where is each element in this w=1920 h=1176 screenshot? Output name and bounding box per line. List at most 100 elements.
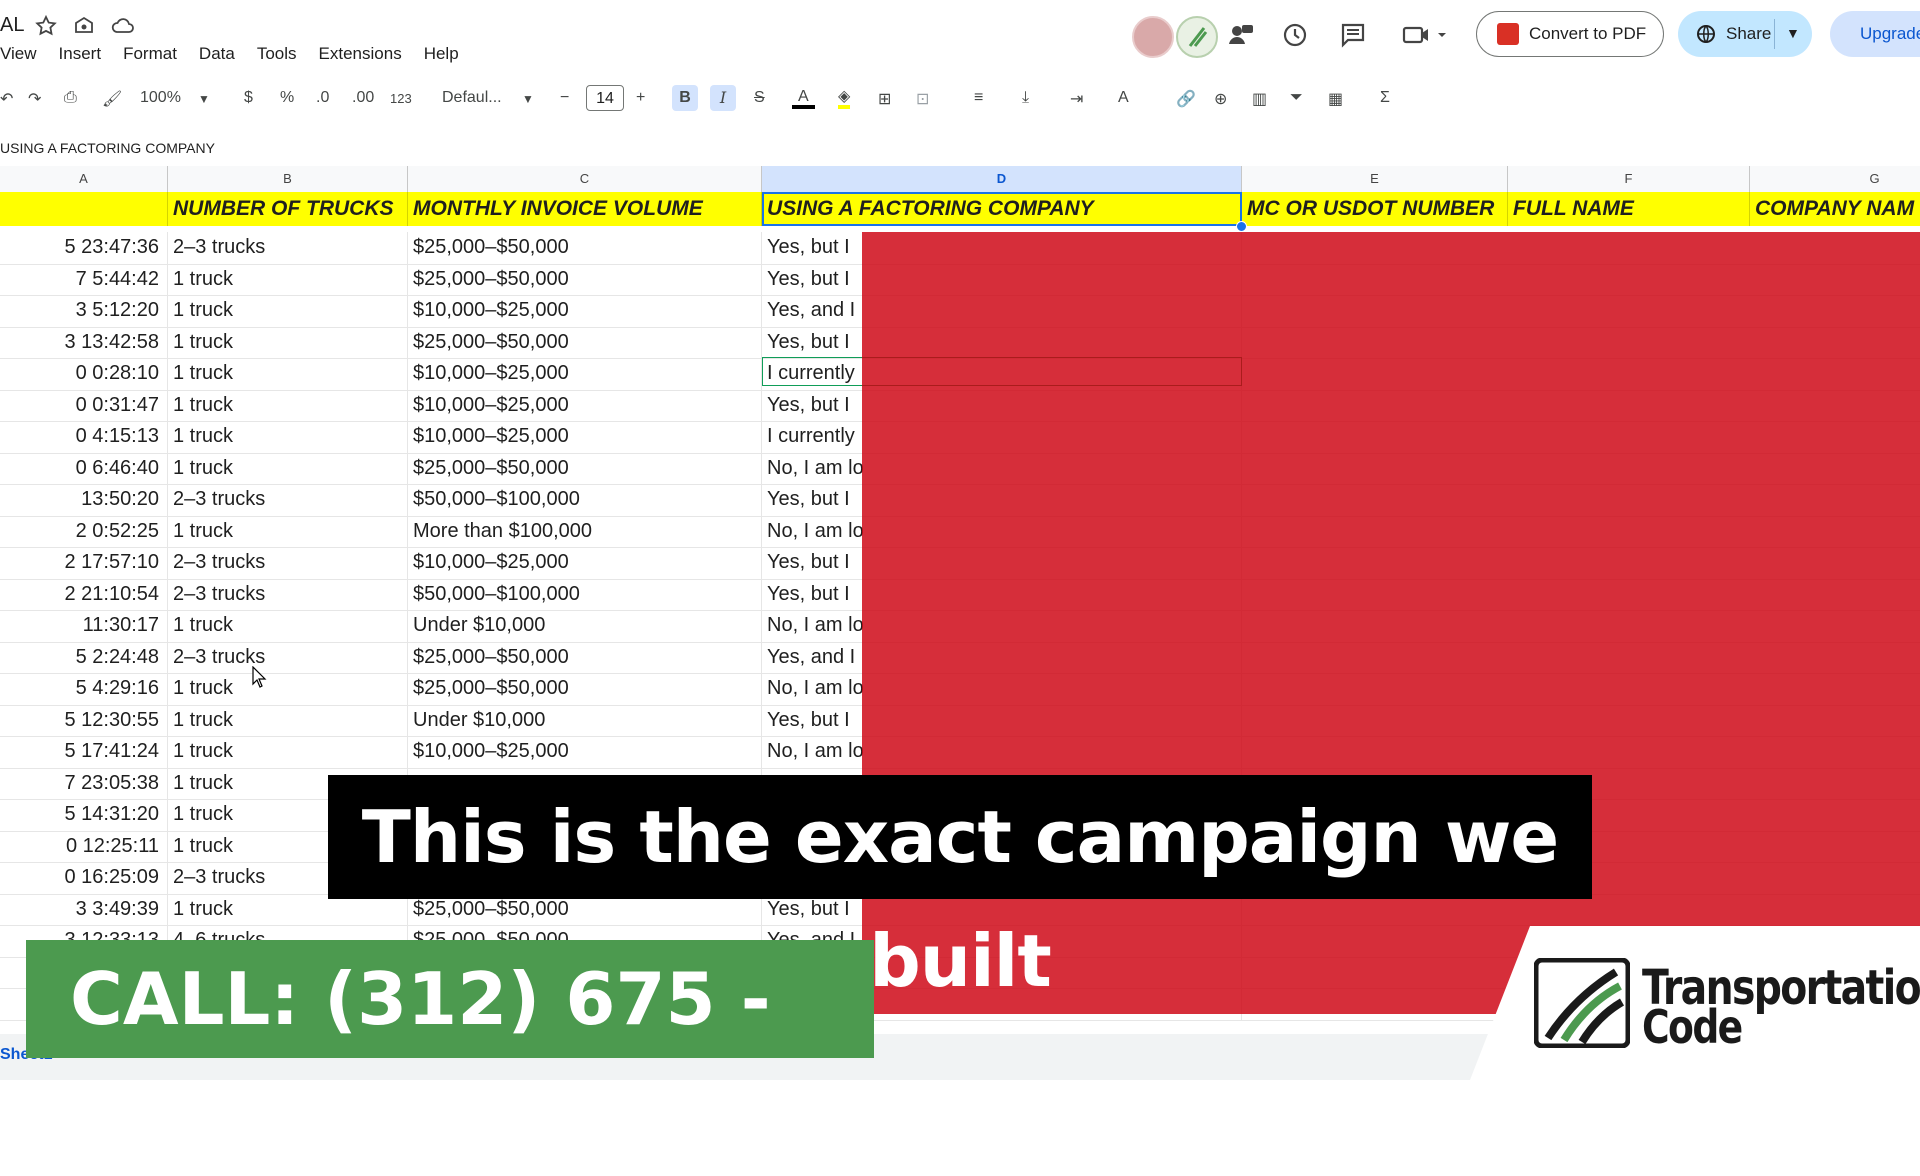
chevron-down-icon[interactable]: ▼ (1786, 25, 1800, 41)
percent-button[interactable]: % (280, 89, 294, 107)
filter-icon[interactable]: ⏷ (1290, 89, 1303, 107)
table-cell-c[interactable]: $10,000–$25,000 (408, 421, 762, 453)
table-cell-c[interactable]: Under $10,000 (408, 704, 762, 736)
link-icon[interactable]: 🔗 (1176, 89, 1196, 109)
merge-cells-icon[interactable]: ⊡ (916, 89, 929, 109)
table-cell-b[interactable]: 1 truck (168, 452, 408, 484)
table-cell-a[interactable]: 3 3:49:39 (0, 893, 168, 925)
vertical-align-icon[interactable]: ⤓ (1022, 89, 1029, 107)
table-cell-a[interactable]: 5 12:30:55 (0, 704, 168, 736)
table-cell-a[interactable]: 0 16:25:09 (0, 862, 168, 894)
table-cell-a[interactable]: 13:50:20 (0, 484, 168, 516)
table-cell-a[interactable]: 5 4:29:16 (0, 673, 168, 705)
menu-view[interactable]: View (0, 42, 48, 66)
table-cell-b[interactable]: 1 truck (168, 421, 408, 453)
table-cell-b[interactable]: 1 truck (168, 263, 408, 295)
comment-icon[interactable] (1338, 20, 1368, 50)
table-cell-b[interactable]: 2–3 trucks (168, 232, 408, 264)
table-cell-a[interactable]: 7 5:44:42 (0, 263, 168, 295)
column-header-a[interactable]: A (0, 166, 168, 192)
table-cell-b[interactable]: 2–3 trucks (168, 484, 408, 516)
text-rotation-icon[interactable]: A (1118, 89, 1129, 107)
formula-content[interactable]: USING A FACTORING COMPANY (0, 140, 215, 156)
convert-to-pdf-button[interactable]: Convert to PDF (1476, 11, 1664, 57)
table-cell-b[interactable]: 1 truck (168, 326, 408, 358)
table-cell-b[interactable]: 1 truck (168, 736, 408, 768)
font-select[interactable]: Defaul... (442, 89, 502, 107)
header-cell-trucks[interactable]: NUMBER OF TRUCKS (168, 192, 408, 226)
history-icon[interactable] (1280, 20, 1310, 50)
avatar[interactable] (1132, 16, 1174, 58)
avatar[interactable] (1176, 16, 1218, 58)
table-cell-c[interactable]: $10,000–$25,000 (408, 358, 762, 390)
currency-button[interactable]: $ (244, 89, 253, 107)
filter-views-icon[interactable]: ▦ (1328, 89, 1343, 109)
table-cell-b[interactable]: 2–3 trucks (168, 578, 408, 610)
table-cell-b[interactable]: 1 truck (168, 673, 408, 705)
font-size-increase-button[interactable]: + (636, 89, 645, 107)
table-cell-c[interactable]: $25,000–$50,000 (408, 232, 762, 264)
table-cell-a[interactable]: 5 17:41:24 (0, 736, 168, 768)
column-header-d[interactable]: D (762, 166, 1242, 192)
header-cell-company-name[interactable]: COMPANY NAM (1750, 192, 1920, 226)
people-icon[interactable] (1226, 20, 1256, 50)
table-cell-a[interactable]: 0 12:25:11 (0, 830, 168, 862)
table-cell-a[interactable]: 0 6:46:40 (0, 452, 168, 484)
table-cell-b[interactable]: 1 truck (168, 389, 408, 421)
table-cell-c[interactable]: $50,000–$100,000 (408, 578, 762, 610)
table-cell-c[interactable]: $25,000–$50,000 (408, 452, 762, 484)
doc-title[interactable]: AL (0, 14, 24, 37)
bold-button[interactable]: B (672, 85, 698, 111)
table-cell-a[interactable]: 7 23:05:38 (0, 767, 168, 799)
font-size-decrease-button[interactable]: − (560, 89, 569, 107)
table-cell-b[interactable]: 1 truck (168, 610, 408, 642)
decrease-decimal-button[interactable]: .0 (316, 89, 329, 107)
table-cell-c[interactable]: $25,000–$50,000 (408, 326, 762, 358)
font-chevron-icon[interactable]: ▼ (522, 92, 534, 106)
table-cell-c[interactable]: $10,000–$25,000 (408, 547, 762, 579)
fill-handle[interactable] (1236, 221, 1247, 232)
text-wrap-icon[interactable]: ⇥ (1070, 89, 1083, 109)
undo-icon[interactable]: ↶ (0, 89, 13, 109)
align-left-icon[interactable]: ≡ (974, 89, 983, 107)
menu-insert[interactable]: Insert (48, 42, 113, 66)
menu-extensions[interactable]: Extensions (308, 42, 413, 66)
formula-bar[interactable] (0, 136, 1920, 167)
italic-button[interactable]: I (710, 85, 736, 111)
column-header-e[interactable]: E (1242, 166, 1508, 192)
table-cell-a[interactable]: 5 23:47:36 (0, 232, 168, 264)
share-button[interactable]: Share ▼ (1678, 11, 1812, 57)
table-cell-b[interactable]: 1 truck (168, 515, 408, 547)
table-cell-b[interactable]: 2–3 trucks (168, 641, 408, 673)
increase-decimal-button[interactable]: .00 (352, 89, 374, 107)
header-cell-invoice-volume[interactable]: MONTHLY INVOICE VOLUME (408, 192, 762, 226)
menu-format[interactable]: Format (112, 42, 188, 66)
paint-format-icon[interactable]: 🖌 (102, 89, 122, 109)
table-cell-a[interactable]: 0 0:28:10 (0, 358, 168, 390)
redo-icon[interactable]: ↷ (28, 89, 41, 109)
table-cell-c[interactable]: $10,000–$25,000 (408, 389, 762, 421)
table-cell-c[interactable]: $25,000–$50,000 (408, 673, 762, 705)
text-color-button[interactable]: A (792, 89, 815, 109)
header-cell-a[interactable] (0, 192, 168, 226)
table-cell-a[interactable]: 2 21:10:54 (0, 578, 168, 610)
cloud-icon[interactable] (110, 14, 136, 38)
star-icon[interactable] (34, 14, 58, 38)
table-cell-b[interactable]: 2–3 trucks (168, 547, 408, 579)
column-header-f[interactable]: F (1508, 166, 1750, 192)
table-cell-c[interactable]: $50,000–$100,000 (408, 484, 762, 516)
header-cell-full-name[interactable]: FULL NAME (1508, 192, 1750, 226)
functions-button[interactable]: Σ (1380, 89, 1390, 107)
menu-data[interactable]: Data (188, 42, 246, 66)
table-cell-c[interactable]: $25,000–$50,000 (408, 263, 762, 295)
borders-icon[interactable]: ⊞ (878, 89, 891, 109)
table-cell-a[interactable]: 11:30:17 (0, 610, 168, 642)
font-size-input[interactable]: 14 (586, 85, 624, 111)
strikethrough-button[interactable]: S (754, 89, 765, 107)
number-format-button[interactable]: 123 (390, 91, 412, 106)
table-cell-a[interactable]: 3 5:12:20 (0, 295, 168, 327)
table-cell-a[interactable]: 5 2:24:48 (0, 641, 168, 673)
chart-icon[interactable]: ▥ (1252, 89, 1267, 109)
table-cell-b[interactable]: 1 truck (168, 295, 408, 327)
table-cell-a[interactable]: 2 17:57:10 (0, 547, 168, 579)
